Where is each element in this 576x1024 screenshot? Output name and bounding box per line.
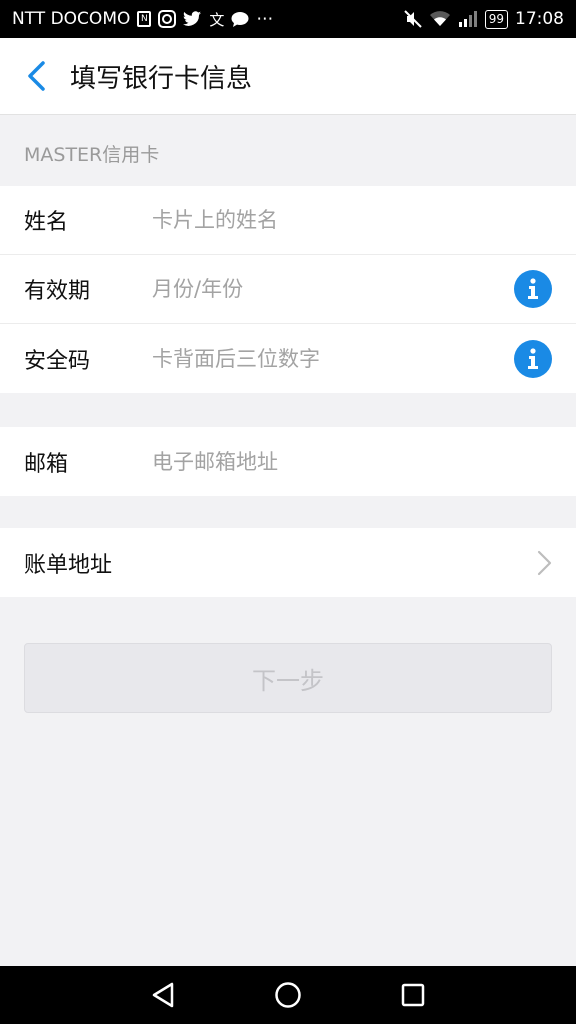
card-type-label: MASTER信用卡 (24, 144, 160, 166)
chevron-left-icon[interactable] (16, 56, 56, 96)
home-circle-icon[interactable] (268, 975, 308, 1015)
back-triangle-icon[interactable] (143, 975, 183, 1015)
wifi-icon (429, 11, 451, 27)
cvv-info-icon[interactable] (514, 339, 552, 378)
clock: 17:08 (515, 9, 564, 29)
name-label: 姓名 (24, 210, 69, 235)
email-group: 邮箱 (0, 427, 576, 496)
email-row: 邮箱 (0, 427, 576, 496)
billing-group: 账单地址 (0, 528, 576, 597)
carrier-label: NTT DOCOMO (12, 9, 131, 29)
mute-icon (404, 10, 422, 28)
email-input[interactable] (152, 439, 502, 484)
page-title: 填写银行卡信息 (70, 63, 253, 94)
card-info-group: 姓名 有效期 安全码 (0, 186, 576, 393)
billing-address-label: 账单地址 (24, 552, 113, 578)
signal-icon (458, 11, 478, 27)
navigation-bar (0, 966, 576, 1024)
cvv-label: 安全码 (24, 348, 91, 374)
next-button[interactable]: 下一步 (24, 643, 552, 713)
recents-square-icon[interactable] (393, 975, 433, 1015)
status-bar-left: NTT DOCOMO N 文 ⋯ (12, 9, 273, 30)
name-row: 姓名 (0, 186, 576, 255)
camera-icon (158, 10, 177, 28)
chevron-right-icon (537, 550, 552, 575)
expiry-info-icon[interactable] (514, 270, 552, 308)
expiry-label: 有效期 (24, 279, 91, 304)
cvv-row: 安全码 (0, 324, 576, 393)
more-dots-icon: ⋯ (256, 9, 274, 29)
n-icon: N (137, 11, 152, 27)
twitter-icon (183, 11, 202, 27)
email-label: 邮箱 (24, 451, 69, 477)
header: 填写银行卡信息 (0, 38, 576, 115)
chat-bubble-icon (231, 11, 249, 28)
cvv-input[interactable] (152, 336, 502, 381)
expiry-row: 有效期 (0, 255, 576, 324)
billing-address-row[interactable]: 账单地址 (0, 528, 576, 597)
status-bar-right: 99 17:08 (404, 9, 564, 29)
name-input[interactable] (152, 198, 502, 242)
battery-indicator: 99 (484, 9, 508, 29)
translate-icon: 文 (209, 10, 225, 29)
status-bar: NTT DOCOMO N 文 ⋯ 99 17:08 (0, 0, 576, 38)
expiry-input[interactable] (152, 267, 502, 311)
